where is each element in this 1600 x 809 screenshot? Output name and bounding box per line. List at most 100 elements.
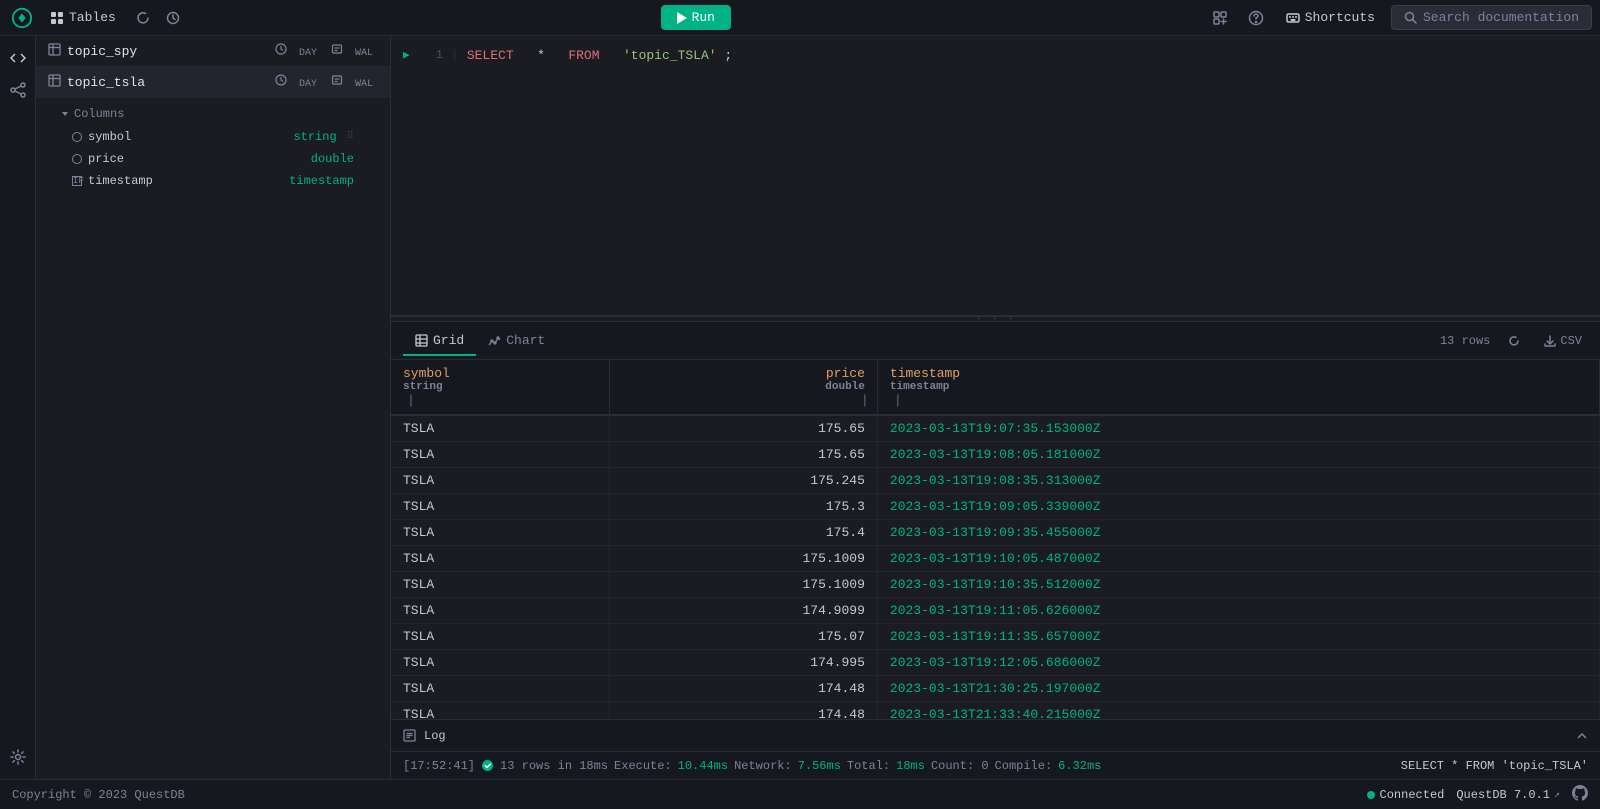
table-row: TSLA175.10092023-03-13T19:10:05.487000Z bbox=[391, 546, 1600, 572]
th-symbol-resize[interactable]: | bbox=[407, 393, 411, 408]
code-icon bbox=[10, 50, 26, 66]
td-timestamp-7: 2023-03-13T19:11:05.626000Z bbox=[877, 598, 1599, 624]
th-price[interactable]: price double | bbox=[610, 360, 878, 415]
line-sep: | bbox=[451, 48, 459, 63]
td-timestamp-4: 2023-03-13T19:09:35.455000Z bbox=[877, 520, 1599, 546]
col-type-timestamp: timestamp bbox=[289, 174, 354, 188]
sidebar-item-share[interactable] bbox=[4, 76, 32, 104]
log-network-label: Network: bbox=[734, 759, 792, 773]
badge-day-spy: DAY bbox=[270, 42, 322, 60]
th-symbol-type: string bbox=[403, 381, 597, 393]
col-type-symbol: string bbox=[293, 130, 336, 144]
footer-right: Connected QuestDB 7.0.1 ↗ bbox=[1367, 785, 1588, 805]
th-timestamp-resize[interactable]: | bbox=[894, 393, 898, 408]
nav-right: Shortcuts Search documentation bbox=[1206, 5, 1592, 30]
table-item-topic-tsla[interactable]: topic_tsla DAY WAL bbox=[36, 67, 390, 98]
history-btn[interactable] bbox=[160, 7, 186, 29]
table-row: TSLA175.652023-03-13T19:07:35.153000Z bbox=[391, 415, 1600, 442]
td-symbol-0: TSLA bbox=[391, 415, 610, 442]
td-timestamp-11: 2023-03-13T21:33:40.215000Z bbox=[877, 702, 1599, 720]
col-indicator-symbol bbox=[72, 132, 82, 142]
td-timestamp-9: 2023-03-13T19:12:05.686000Z bbox=[877, 650, 1599, 676]
log-bar[interactable]: Log bbox=[391, 719, 1600, 751]
col-indicator-timestamp: IF bbox=[72, 176, 82, 186]
tab-chart-label: Chart bbox=[506, 333, 545, 348]
log-execute-label: Execute: bbox=[614, 759, 672, 773]
col-drag-symbol: ⠿ bbox=[347, 131, 354, 143]
questdb-version[interactable]: QuestDB 7.0.1 ↗ bbox=[1456, 788, 1560, 802]
log-total-val: 18ms bbox=[896, 759, 925, 773]
tables-panel: topic_spy DAY WAL bbox=[36, 36, 391, 779]
logo[interactable] bbox=[8, 4, 36, 32]
badge-day-tsla: DAY bbox=[270, 73, 322, 91]
td-price-8: 175.07 bbox=[610, 624, 878, 650]
th-timestamp-type: timestamp bbox=[890, 381, 1587, 393]
td-symbol-10: TSLA bbox=[391, 676, 610, 702]
results-tabs-bar: Grid Chart 13 rows bbox=[391, 322, 1600, 360]
log-execute-val: 10.44ms bbox=[678, 759, 728, 773]
col-type-price: double bbox=[311, 152, 354, 166]
sidebar-icons bbox=[0, 36, 36, 779]
td-symbol-8: TSLA bbox=[391, 624, 610, 650]
th-symbol[interactable]: symbol string | bbox=[391, 360, 610, 415]
column-item-symbol[interactable]: symbol string ⠿ bbox=[36, 126, 390, 148]
log-compile-val: 6.32ms bbox=[1058, 759, 1101, 773]
help-btn[interactable] bbox=[1242, 6, 1270, 30]
chart-tab-icon bbox=[488, 334, 501, 347]
tab-grid[interactable]: Grid bbox=[403, 327, 476, 356]
share-icon bbox=[10, 82, 26, 98]
col-name-timestamp: timestamp bbox=[88, 174, 283, 188]
refresh-results-btn[interactable] bbox=[1502, 332, 1526, 350]
check-icon bbox=[481, 759, 494, 772]
td-timestamp-6: 2023-03-13T19:10:35.512000Z bbox=[877, 572, 1599, 598]
external-link-icon: ↗ bbox=[1554, 789, 1560, 801]
table-badges-tsla: DAY WAL bbox=[270, 73, 378, 91]
line-arrow: ▶ bbox=[403, 48, 415, 62]
code-editor[interactable]: ▶ 1 | SELECT * FROM 'topic_TSLA' ; bbox=[391, 36, 1600, 316]
settings-icon bbox=[10, 749, 26, 765]
chevron-up-icon[interactable] bbox=[1576, 730, 1588, 742]
version-label: QuestDB 7.0.1 bbox=[1456, 788, 1550, 802]
search-doc-label: Search documentation bbox=[1423, 10, 1579, 25]
table-icon-tsla bbox=[48, 74, 61, 91]
td-price-4: 175.4 bbox=[610, 520, 878, 546]
columns-section: Columns symbol string ⠿ price double IF … bbox=[36, 98, 390, 196]
download-icon bbox=[1544, 335, 1556, 347]
badge-wal-spy: WAL bbox=[326, 42, 378, 60]
data-table-wrapper[interactable]: symbol string | price double | timestamp bbox=[391, 360, 1600, 719]
code-line-1: ▶ 1 | SELECT * FROM 'topic_TSLA' ; bbox=[391, 44, 1600, 66]
th-price-resize[interactable]: | bbox=[861, 393, 865, 408]
kw-string: 'topic_TSLA' bbox=[623, 48, 717, 63]
refresh-icon bbox=[136, 11, 150, 25]
th-timestamp[interactable]: timestamp timestamp | bbox=[877, 360, 1599, 415]
history-icon bbox=[166, 11, 180, 25]
sidebar-item-code[interactable] bbox=[4, 44, 32, 72]
wal-icon-tsla bbox=[331, 74, 343, 86]
columns-label: Columns bbox=[74, 107, 124, 121]
table-name-tsla: topic_tsla bbox=[67, 75, 264, 90]
tab-chart[interactable]: Chart bbox=[476, 327, 557, 356]
tables-icon bbox=[50, 11, 64, 25]
td-timestamp-0: 2023-03-13T19:07:35.153000Z bbox=[877, 415, 1599, 442]
plugin-btn[interactable] bbox=[1206, 6, 1234, 30]
shortcuts-btn[interactable]: Shortcuts bbox=[1278, 6, 1383, 29]
sidebar-item-settings[interactable] bbox=[4, 743, 32, 771]
table-item-topic-spy[interactable]: topic_spy DAY WAL bbox=[36, 36, 390, 67]
results-meta: 13 rows CSV bbox=[1440, 331, 1588, 351]
column-item-timestamp[interactable]: IF timestamp timestamp bbox=[36, 170, 390, 192]
td-symbol-9: TSLA bbox=[391, 650, 610, 676]
column-item-price[interactable]: price double bbox=[36, 148, 390, 170]
clock-icon-spy bbox=[275, 43, 287, 55]
shortcuts-label: Shortcuts bbox=[1305, 10, 1375, 25]
editor-area: ▶ 1 | SELECT * FROM 'topic_TSLA' ; · · · bbox=[391, 36, 1600, 779]
tables-nav-btn[interactable]: Tables bbox=[40, 6, 126, 29]
line-number: 1 bbox=[423, 48, 443, 62]
run-button[interactable]: Run bbox=[661, 5, 731, 30]
search-doc-btn[interactable]: Search documentation bbox=[1391, 5, 1592, 30]
td-price-10: 174.48 bbox=[610, 676, 878, 702]
github-btn[interactable] bbox=[1572, 785, 1588, 805]
results-area: Grid Chart 13 rows bbox=[391, 322, 1600, 779]
log-total-label: Total: bbox=[847, 759, 890, 773]
csv-btn[interactable]: CSV bbox=[1538, 331, 1588, 351]
refresh-btn[interactable] bbox=[130, 7, 156, 29]
